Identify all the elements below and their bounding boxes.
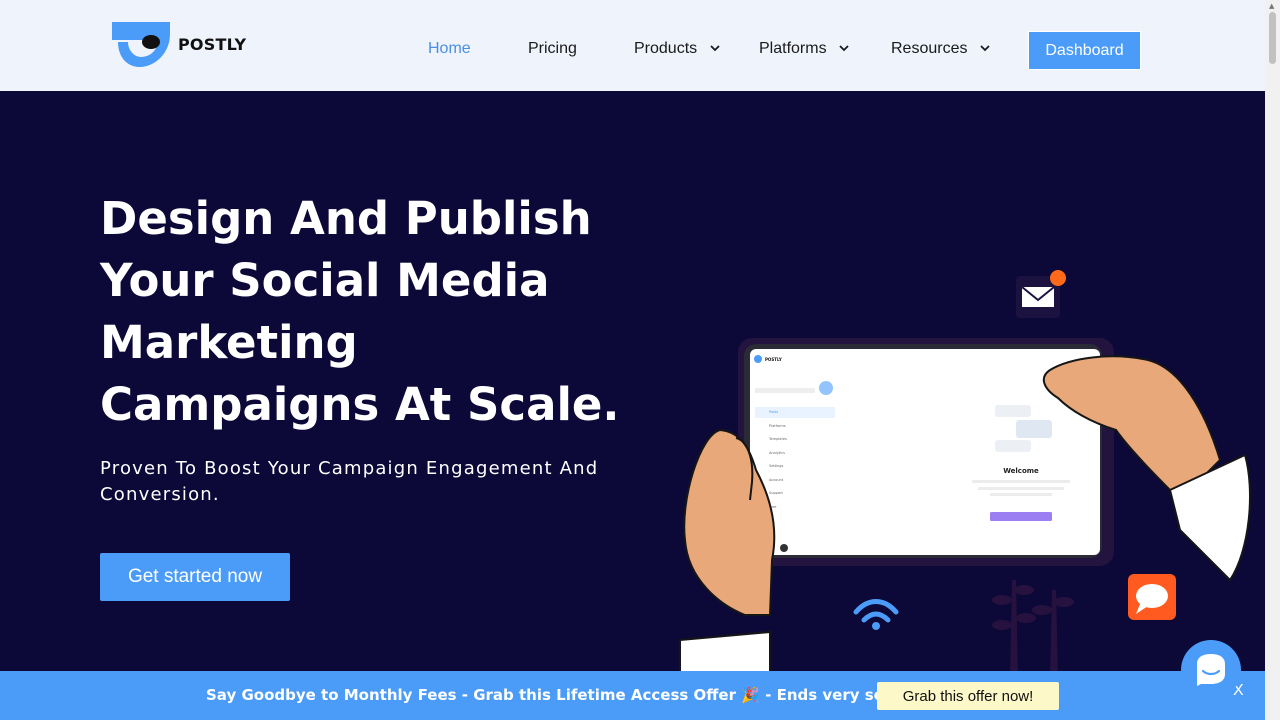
hero-title-line: Campaigns At Scale. xyxy=(100,378,620,431)
logo[interactable]: POSTLY xyxy=(110,20,250,70)
site-header: POSTLY Home Pricing Products Platforms R… xyxy=(0,0,1265,91)
nav-products[interactable]: Products xyxy=(634,40,720,58)
mockup-sidebar-item: Account xyxy=(769,478,784,482)
nav-platforms[interactable]: Platforms xyxy=(759,40,849,58)
dashboard-button[interactable]: Dashboard xyxy=(1028,31,1141,70)
mail-icon xyxy=(1016,270,1066,318)
nav-pricing[interactable]: Pricing xyxy=(528,40,577,58)
hero-title-line: Your Social Media xyxy=(100,254,550,307)
scroll-up-icon[interactable]: ▲ xyxy=(1269,2,1274,10)
offer-banner: Say Goodbye to Monthly Fees - Grab this … xyxy=(0,671,1265,720)
chevron-down-icon xyxy=(980,45,990,52)
logo-icon xyxy=(112,22,170,67)
chevron-down-icon xyxy=(839,45,849,52)
wifi-icon xyxy=(853,599,899,630)
mockup-sidebar-item: Templates xyxy=(768,437,787,441)
chat-widget-button[interactable] xyxy=(1181,640,1241,700)
nav-resources-label: Resources xyxy=(891,40,968,57)
mockup-brand: POSTLY xyxy=(765,357,782,362)
mockup-sidebar-item: Settings xyxy=(769,464,784,468)
hero-illustration: POSTLY Posts Platforms Templates Analyti… xyxy=(679,270,1251,680)
nav-home[interactable]: Home xyxy=(428,40,471,58)
hero-title-line: Design And Publish xyxy=(100,192,592,245)
mockup-sidebar-item: Posts xyxy=(769,410,778,414)
nav-platforms-label: Platforms xyxy=(759,40,827,57)
chevron-down-icon xyxy=(709,45,720,52)
mockup-sidebar-item: Support xyxy=(769,491,783,495)
nav-products-label: Products xyxy=(634,40,698,57)
grab-offer-button[interactable]: Grab this offer now! xyxy=(877,682,1059,710)
chat-bubble-icon xyxy=(1128,574,1176,620)
chat-widget-icon xyxy=(1197,654,1225,686)
mockup-sidebar-item: Platforms xyxy=(769,424,786,428)
get-started-button[interactable]: Get started now xyxy=(100,553,290,601)
hero-title: Design And Publish Your Social Media Mar… xyxy=(100,188,640,436)
scroll-thumb[interactable] xyxy=(1269,12,1276,64)
mockup-welcome-title: Welcome xyxy=(1003,467,1039,475)
page-scrollbar[interactable]: ▲ xyxy=(1265,0,1280,720)
logo-text: POSTLY xyxy=(178,35,247,54)
offer-banner-text: Say Goodbye to Monthly Fees - Grab this … xyxy=(206,686,912,704)
mockup-sidebar-item: Analytics xyxy=(769,451,785,455)
hero-subtitle: Proven To Boost Your Campaign Engagement… xyxy=(100,458,599,505)
nav-resources[interactable]: Resources xyxy=(891,40,990,58)
hero-title-line: Marketing xyxy=(100,316,358,369)
